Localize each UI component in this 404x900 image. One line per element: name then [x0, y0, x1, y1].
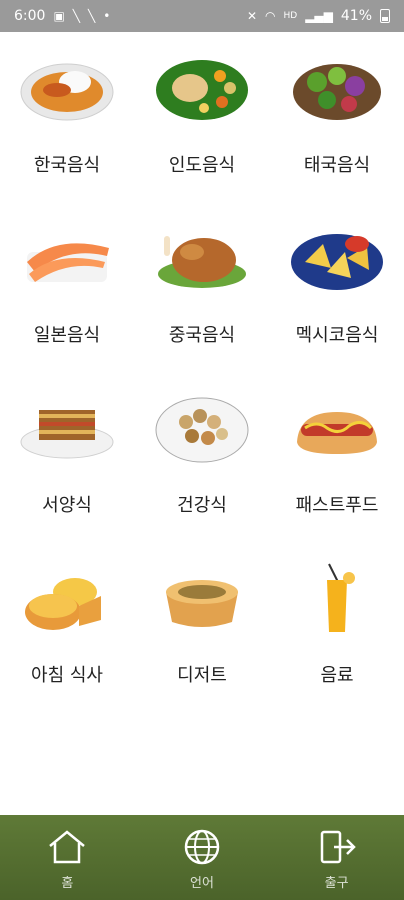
category-label: 태국음식	[303, 155, 371, 176]
status-bar: 6:00 ▣ ╲ ╲ • ✕ ◠ HD ▂▄▆ 41%	[0, 0, 404, 32]
image-icon: ▣	[53, 9, 65, 23]
nav-exit-label: 출구	[324, 876, 349, 891]
healthy-food-icon	[155, 397, 249, 463]
nav-home[interactable]: 홈	[22, 815, 112, 900]
status-time: 6:00	[14, 8, 46, 24]
dot-icon: •	[103, 9, 111, 23]
category-label: 음료	[320, 665, 354, 686]
category-label: 인도음식	[168, 155, 236, 176]
mexican-food-icon	[291, 234, 383, 290]
home-icon	[49, 830, 86, 864]
category-label: 건강식	[177, 495, 227, 516]
category-label: 일본음식	[33, 325, 101, 346]
phone-call-icon: ╲	[88, 9, 96, 23]
status-bar-left: 6:00 ▣ ╲ ╲ •	[14, 8, 110, 24]
breakfast-icon	[25, 578, 101, 630]
category-japanese[interactable]: 일본음식	[0, 202, 134, 372]
fast-food-icon	[297, 412, 377, 454]
nav-language-label: 언어	[190, 876, 214, 891]
nav-exit[interactable]: 출구	[292, 815, 382, 900]
category-label: 멕시코음식	[295, 325, 379, 346]
category-mexican[interactable]: 멕시코음식	[270, 202, 404, 372]
dessert-icon	[166, 580, 238, 627]
category-thai[interactable]: 태국음식	[270, 32, 404, 202]
signal-icon: ▂▄▆	[305, 9, 333, 23]
thai-food-icon	[293, 64, 381, 120]
hd-icon: HD	[283, 10, 298, 21]
category-label: 패스트푸드	[295, 495, 379, 516]
category-label: 아침 식사	[31, 665, 103, 686]
category-fastfood[interactable]: 패스트푸드	[270, 372, 404, 542]
globe-icon	[184, 829, 220, 865]
battery-icon	[380, 9, 390, 23]
bottom-nav: 홈 언어 출구	[0, 815, 404, 900]
korean-food-icon	[20, 63, 114, 121]
category-chinese[interactable]: 중국음식	[135, 202, 269, 372]
category-healthy[interactable]: 건강식	[135, 372, 269, 542]
mute-icon: ✕	[246, 9, 257, 23]
category-breakfast[interactable]: 아침 식사	[0, 542, 134, 712]
chinese-food-icon	[158, 236, 246, 288]
category-label: 한국음식	[33, 155, 101, 176]
status-bar-right: ✕ ◠ HD ▂▄▆ 41%	[247, 8, 390, 24]
category-indian[interactable]: 인도음식	[135, 32, 269, 202]
category-dessert[interactable]: 디저트	[135, 542, 269, 712]
drink-icon	[327, 563, 355, 632]
western-food-icon	[20, 410, 114, 459]
nav-language[interactable]: 언어	[157, 815, 247, 900]
indian-food-icon	[156, 60, 248, 120]
category-western[interactable]: 서양식	[0, 372, 134, 542]
nav-home-label: 홈	[61, 876, 74, 891]
exit-icon	[320, 830, 356, 864]
category-label: 디저트	[177, 665, 227, 686]
battery-percent: 41%	[340, 8, 372, 24]
phone-call-icon: ╲	[72, 9, 81, 23]
category-korean[interactable]: 한국음식	[0, 32, 134, 202]
wifi-icon: ◠	[265, 9, 276, 23]
category-drink[interactable]: 음료	[270, 542, 404, 712]
category-label: 서양식	[42, 495, 92, 516]
category-label: 중국음식	[168, 325, 236, 346]
japanese-food-icon	[27, 243, 109, 282]
